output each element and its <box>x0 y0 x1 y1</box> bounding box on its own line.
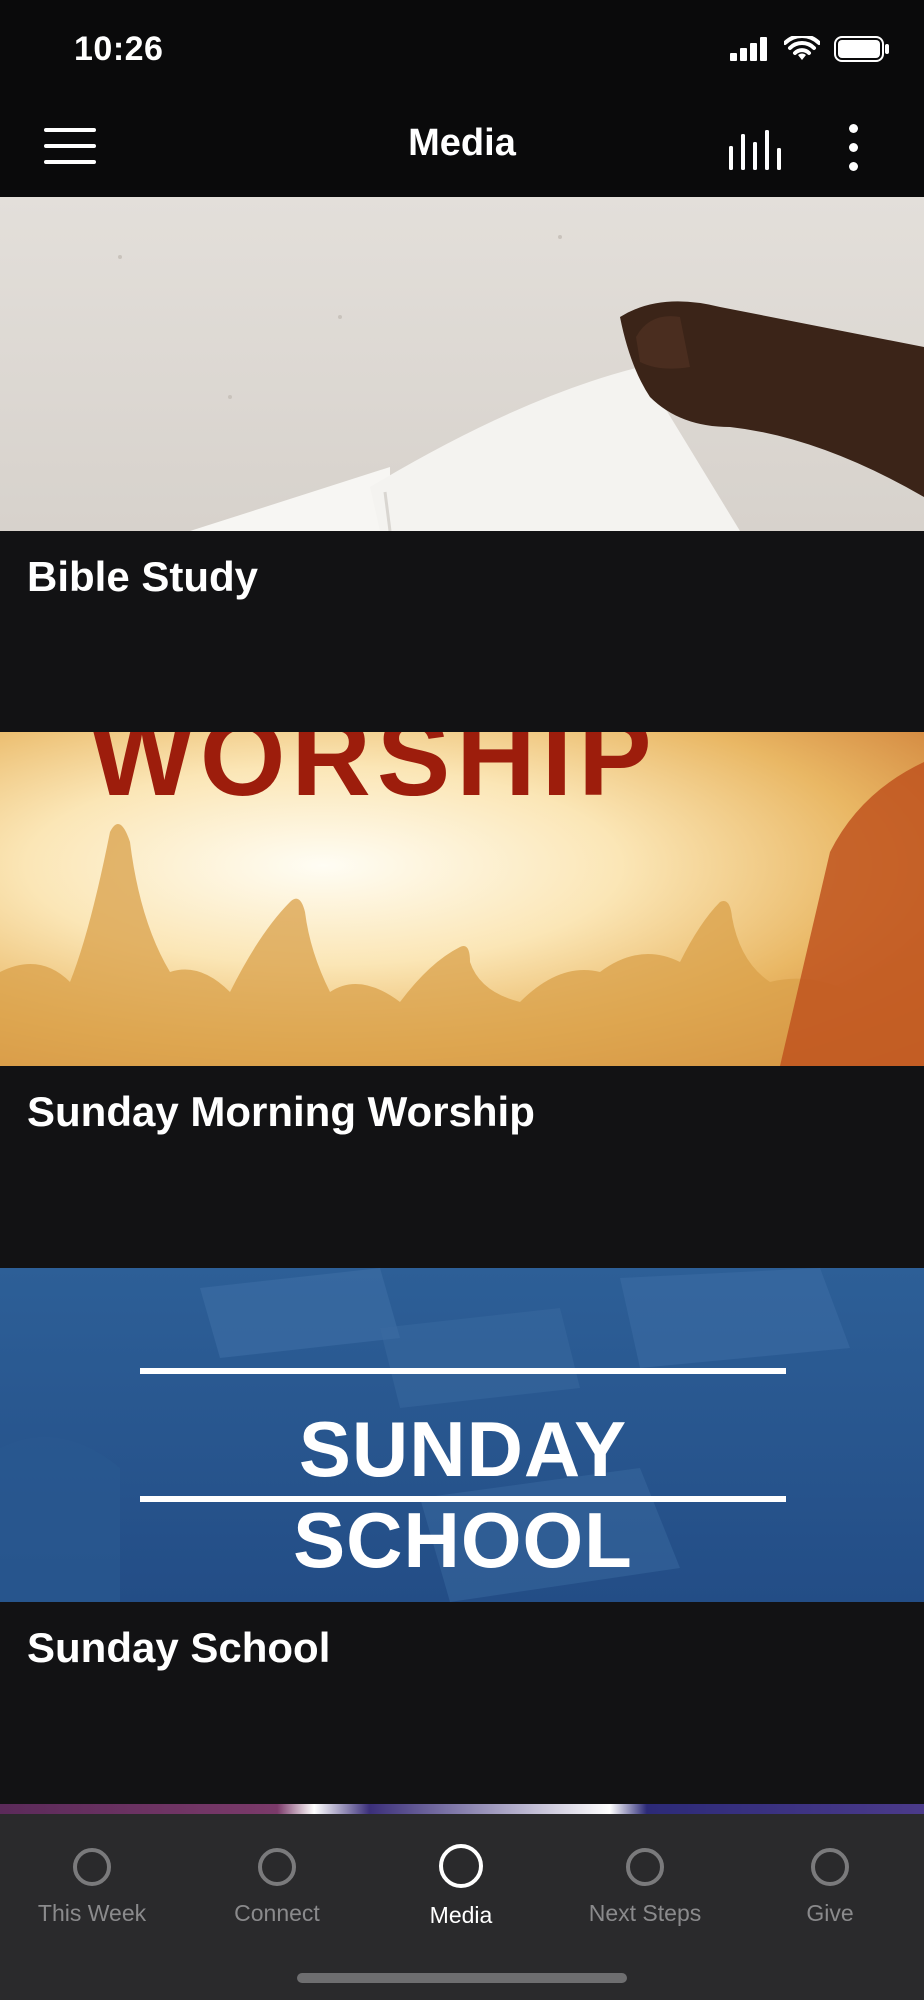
sunday-school-image: SUNDAY SCHOOL <box>0 1268 924 1602</box>
wifi-icon <box>784 36 820 60</box>
home-indicator <box>297 1973 627 1983</box>
media-card-bible-study[interactable]: Bible Study <box>0 197 924 732</box>
page-title: Media <box>408 122 516 164</box>
status-bar: 10:26 <box>0 0 924 100</box>
bible-study-image <box>0 197 924 531</box>
tab-this-week[interactable]: This Week <box>0 1834 184 1944</box>
circle-icon <box>439 1844 483 1888</box>
sunday-school-image-text: SUNDAY SCHOOL <box>293 1405 633 1584</box>
tab-give[interactable]: Give <box>738 1834 922 1944</box>
tab-connect[interactable]: Connect <box>185 1834 369 1944</box>
tab-next-steps[interactable]: Next Steps <box>553 1834 737 1944</box>
circle-icon <box>73 1848 111 1886</box>
equalizer-icon <box>729 130 781 170</box>
worship-image: WORSHIP <box>0 732 924 1066</box>
circle-icon <box>626 1848 664 1886</box>
card-title: Sunday School <box>27 1624 331 1671</box>
tab-label: This Week <box>37 1900 147 1926</box>
sunday-school-rule-top <box>140 1368 786 1374</box>
signal-icon <box>730 37 767 61</box>
more-vertical-icon <box>848 124 858 133</box>
tab-label: Next Steps <box>588 1900 702 1926</box>
tab-label: Connect <box>234 1900 320 1926</box>
app-bar: Media <box>0 100 924 197</box>
more-options-button[interactable] <box>838 124 868 176</box>
sunday-school-rule-bottom <box>140 1496 786 1502</box>
battery-icon <box>834 36 889 62</box>
worship-crowd-silhouette <box>0 762 924 1066</box>
circle-icon <box>258 1848 296 1886</box>
status-time: 10:26 <box>74 30 164 68</box>
circle-icon <box>811 1848 849 1886</box>
media-card-sunday-morning-worship[interactable]: WORSHIP Sunday Morning Worship <box>0 732 924 1267</box>
card-title: Sunday Morning Worship <box>27 1088 535 1135</box>
audio-button[interactable] <box>726 128 782 172</box>
media-card-sunday-school[interactable]: SUNDAY SCHOOL Sunday School <box>0 1268 924 1803</box>
status-icons <box>730 36 890 62</box>
tab-media[interactable]: Media <box>369 1834 553 1944</box>
tab-label: Media <box>429 1902 493 1928</box>
tab-label: Give <box>806 1900 854 1926</box>
card-title: Bible Study <box>27 553 259 600</box>
bible-illustration <box>118 235 924 531</box>
